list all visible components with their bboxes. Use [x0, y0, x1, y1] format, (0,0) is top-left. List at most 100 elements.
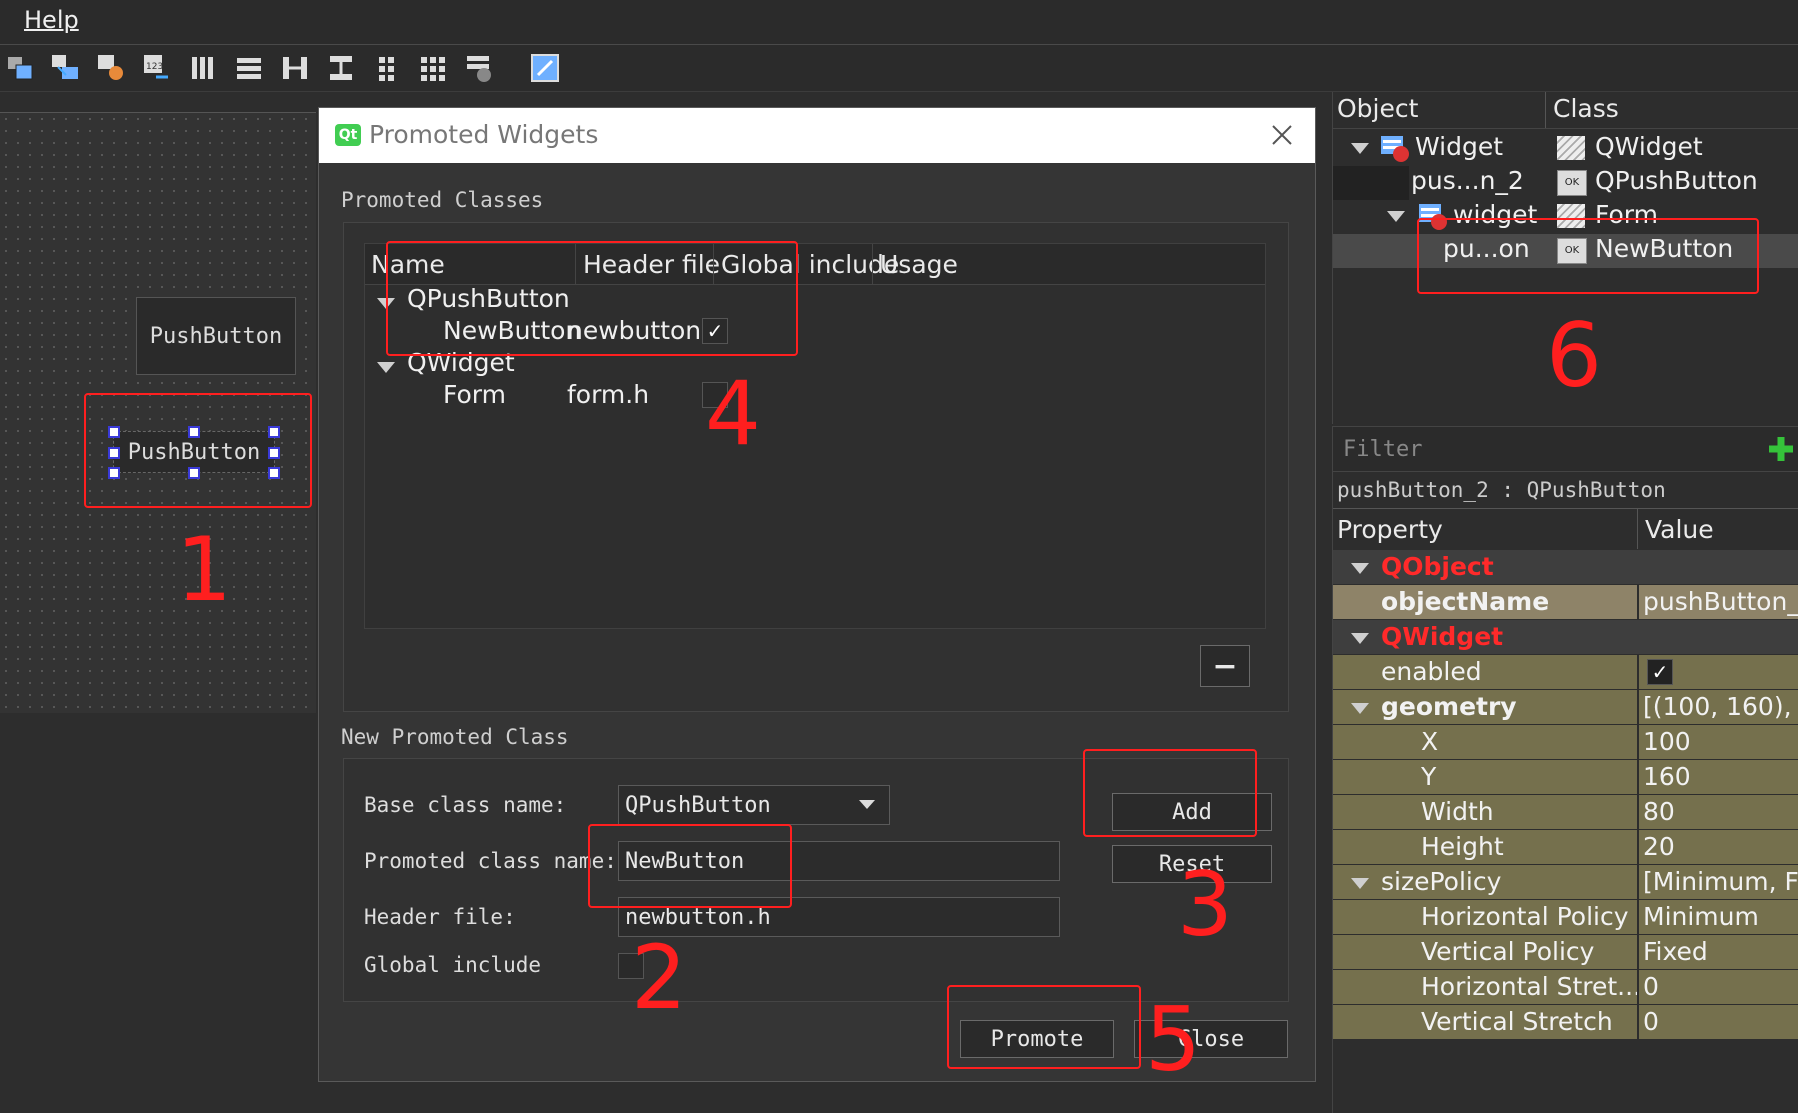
- expand-arrow-icon[interactable]: [377, 362, 395, 373]
- property-value[interactable]: [(100, 160), 80: [1643, 692, 1798, 721]
- break-layout-icon[interactable]: [464, 53, 494, 83]
- base-class-select[interactable]: QPushButton: [618, 785, 890, 825]
- property-row[interactable]: objectName pushButton_2: [1333, 585, 1798, 620]
- expand-arrow-icon[interactable]: [1387, 211, 1405, 222]
- property-value[interactable]: [Minimum, Fi: [1643, 867, 1798, 896]
- property-header: Property Value: [1333, 508, 1798, 549]
- property-row[interactable]: Horizontal Policy Minimum: [1333, 900, 1798, 935]
- widget-box-icon[interactable]: [6, 53, 36, 83]
- property-value[interactable]: 160: [1643, 762, 1691, 791]
- property-name: Vertical Stretch: [1421, 1007, 1613, 1036]
- promoted-widgets-dialog: Qt Promoted Widgets Promoted Classes Nam…: [318, 107, 1316, 1091]
- property-name: sizePolicy: [1381, 867, 1502, 896]
- annotation-number-4: 4: [705, 362, 761, 465]
- property-row[interactable]: Y 160: [1333, 760, 1798, 795]
- property-name: Horizontal Policy: [1421, 902, 1629, 931]
- enabled-checkbox[interactable]: ✓: [1647, 659, 1673, 685]
- property-row[interactable]: enabled ✓: [1333, 655, 1798, 690]
- annotation-number-2: 2: [631, 926, 687, 1029]
- class-qwidget: QWidget: [1595, 132, 1703, 161]
- tree-item-form[interactable]: Form: [443, 380, 506, 409]
- annotation-box-6: [1417, 218, 1759, 294]
- property-name: QObject: [1381, 552, 1494, 581]
- promoted-class-label: Promoted class name:: [364, 849, 617, 873]
- column-object[interactable]: Object: [1337, 94, 1418, 123]
- remove-button[interactable]: −: [1200, 645, 1250, 687]
- splitter-horizontal-icon[interactable]: [280, 53, 310, 83]
- close-icon[interactable]: [1265, 118, 1299, 152]
- dialog-title: Promoted Widgets: [369, 120, 599, 149]
- property-row[interactable]: sizePolicy [Minimum, Fi: [1333, 865, 1798, 900]
- pushbutton-class-icon: OK: [1557, 170, 1587, 196]
- column-usage[interactable]: Usage: [880, 250, 958, 279]
- property-value[interactable]: 0: [1643, 1007, 1659, 1036]
- property-value[interactable]: Minimum: [1643, 902, 1759, 931]
- menu-bar: Help: [0, 0, 1798, 45]
- annotation-box-4: [386, 241, 798, 356]
- layout-horizontal-icon[interactable]: [188, 53, 218, 83]
- menu-help[interactable]: Help: [24, 6, 79, 34]
- property-value[interactable]: Fixed: [1643, 937, 1708, 966]
- tab-order-icon[interactable]: 123: [142, 53, 172, 83]
- signals-slots-icon[interactable]: [50, 53, 80, 83]
- property-name: geometry: [1381, 692, 1517, 721]
- annotation-box-2: [588, 824, 792, 908]
- dialog-title-bar: Qt Promoted Widgets: [319, 108, 1315, 163]
- annotation-number-5: 5: [1145, 988, 1201, 1091]
- expand-arrow-icon[interactable]: [1351, 878, 1369, 889]
- svg-text:123: 123: [146, 62, 163, 72]
- qwidget-class-icon: [1557, 136, 1585, 160]
- splitter-vertical-icon[interactable]: [326, 53, 356, 83]
- selected-object-label: pushButton_2 : QPushButton: [1337, 478, 1666, 502]
- filter-bar: Filter: [1333, 426, 1798, 472]
- property-name: objectName: [1381, 587, 1550, 616]
- column-property[interactable]: Property: [1337, 515, 1443, 544]
- add-icon[interactable]: [1763, 431, 1798, 467]
- property-value[interactable]: 20: [1643, 832, 1675, 861]
- property-value[interactable]: 80: [1643, 797, 1675, 826]
- property-name: Width: [1421, 797, 1494, 826]
- push-button-1[interactable]: PushButton: [136, 297, 296, 375]
- property-row[interactable]: Horizontal Stret... 0: [1333, 970, 1798, 1005]
- layout-form-icon[interactable]: [372, 53, 402, 83]
- expand-arrow-icon[interactable]: [1351, 143, 1369, 154]
- annotation-box-3: [1083, 749, 1257, 837]
- property-editor: Filter pushButton_2 : QPushButton Proper…: [1332, 426, 1798, 1113]
- annotation-number-6: 6: [1546, 304, 1602, 407]
- property-name: X: [1421, 727, 1439, 756]
- property-value[interactable]: pushButton_2: [1643, 587, 1798, 616]
- property-name: Vertical Policy: [1421, 937, 1595, 966]
- column-value[interactable]: Value: [1645, 515, 1714, 544]
- layout-vertical-icon[interactable]: [234, 53, 264, 83]
- global-include-label: Global include: [364, 953, 542, 977]
- property-value[interactable]: 0: [1643, 972, 1659, 1001]
- property-row[interactable]: geometry [(100, 160), 80: [1333, 690, 1798, 725]
- layout-grid-icon[interactable]: [418, 53, 448, 83]
- property-value[interactable]: 100: [1643, 727, 1691, 756]
- buddy-icon[interactable]: [96, 53, 126, 83]
- filter-input[interactable]: Filter: [1343, 437, 1422, 462]
- property-name: Y: [1421, 762, 1437, 791]
- property-row[interactable]: QWidget: [1333, 620, 1798, 655]
- expand-arrow-icon[interactable]: [1351, 633, 1369, 644]
- object-pushbutton-2[interactable]: pus...n_2: [1411, 166, 1524, 195]
- property-row[interactable]: Width 80: [1333, 795, 1798, 830]
- property-row[interactable]: QObject: [1333, 550, 1798, 585]
- property-name: Height: [1421, 832, 1504, 861]
- annotation-box-1: [84, 393, 312, 508]
- form-widget-icon: [1379, 134, 1411, 164]
- toolbar: 123: [0, 45, 1798, 92]
- property-row[interactable]: Vertical Stretch 0: [1333, 1005, 1798, 1040]
- property-row[interactable]: Vertical Policy Fixed: [1333, 935, 1798, 970]
- promoted-classes-label: Promoted Classes: [341, 188, 544, 212]
- object-widget[interactable]: Widget: [1415, 132, 1503, 161]
- adjust-size-icon[interactable]: [530, 53, 560, 83]
- expand-arrow-icon[interactable]: [1351, 703, 1369, 714]
- property-name: QWidget: [1381, 622, 1504, 651]
- property-row[interactable]: Height 20: [1333, 830, 1798, 865]
- column-class[interactable]: Class: [1553, 94, 1619, 123]
- annotation-number-1: 1: [176, 518, 232, 621]
- chevron-down-icon: [859, 800, 875, 809]
- expand-arrow-icon[interactable]: [1351, 563, 1369, 574]
- property-row[interactable]: X 100: [1333, 725, 1798, 760]
